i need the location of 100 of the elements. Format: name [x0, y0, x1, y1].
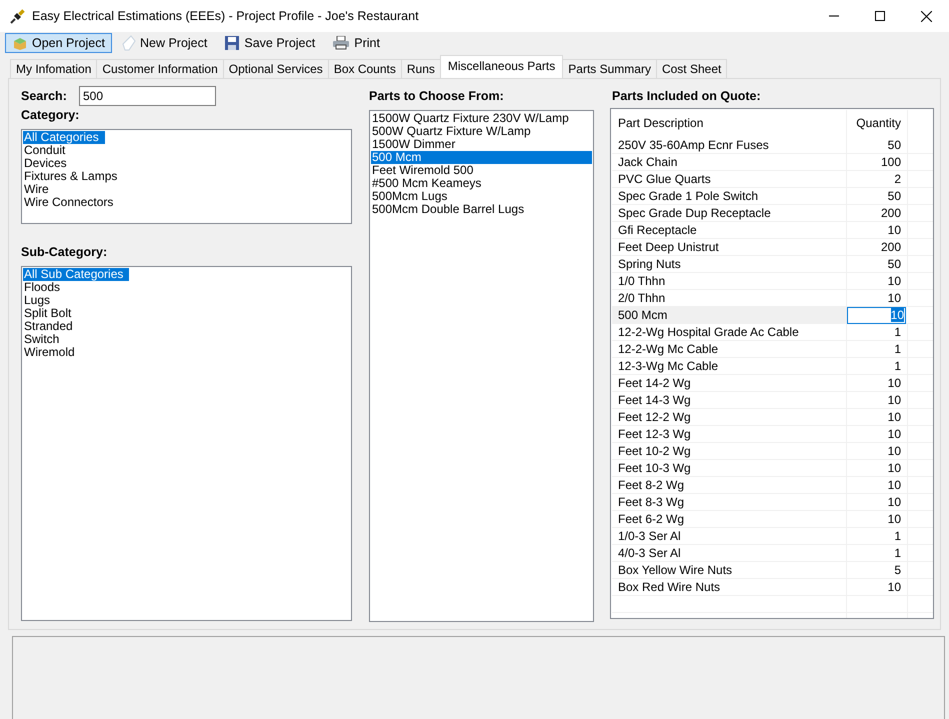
- table-cell: 500 Mcm: [612, 307, 847, 324]
- table-cell: 10: [847, 222, 908, 238]
- open-project-button[interactable]: Open Project: [5, 33, 112, 53]
- table-cell: 10: [847, 409, 908, 425]
- column-header[interactable]: Part Description: [612, 110, 847, 137]
- table-cell: 50: [847, 188, 908, 204]
- table-cell: Spec Grade Dup Receptacle: [612, 205, 847, 221]
- list-item[interactable]: All Categories: [23, 131, 105, 144]
- list-item[interactable]: 1500W Dimmer: [371, 138, 456, 151]
- table-cell: 50: [847, 137, 908, 153]
- list-item[interactable]: 1500W Quartz Fixture 230V W/Lamp: [371, 112, 570, 125]
- table-cell: 10: [847, 460, 908, 476]
- table-cell: Box Red Wire Nuts: [612, 579, 847, 595]
- floppy-icon: [224, 35, 240, 51]
- new-project-button[interactable]: New Project: [114, 33, 214, 53]
- table-cell: Feet 10-3 Wg: [612, 460, 847, 476]
- table-cell: Feet 6-2 Wg: [612, 511, 847, 527]
- table-cell: 10: [847, 392, 908, 408]
- table-cell: 1/0-3 Ser Al: [612, 528, 847, 544]
- table-cell: 12-2-Wg Mc Cable: [612, 341, 847, 357]
- list-item[interactable]: Stranded: [23, 320, 74, 333]
- list-item[interactable]: 500Mcm Lugs: [371, 190, 448, 203]
- table-cell: 10: [847, 477, 908, 493]
- table-cell: 1: [847, 341, 908, 357]
- table-cell: Gfi Receptacle: [612, 222, 847, 238]
- list-item[interactable]: Wiremold: [23, 346, 76, 359]
- plug-icon: [9, 8, 26, 24]
- list-item[interactable]: Wire Connectors: [23, 196, 114, 209]
- list-item[interactable]: Fixtures & Lamps: [23, 170, 118, 183]
- printer-icon: [332, 36, 350, 50]
- table-cell: Feet 8-2 Wg: [612, 477, 847, 493]
- box-icon: [12, 35, 28, 51]
- search-label: Search:: [21, 89, 68, 103]
- table-cell: PVC Glue Quarts: [612, 171, 847, 187]
- close-icon: [920, 10, 932, 22]
- list-item[interactable]: 500W Quartz Fixture W/Lamp: [371, 125, 532, 138]
- list-item[interactable]: 500Mcm Double Barrel Lugs: [371, 203, 526, 216]
- table-cell: 10: [847, 273, 908, 289]
- window-title: Easy Electrical Estimations (EEEs) - Project Profile - Joe's Restaurant: [32, 9, 420, 23]
- tab[interactable]: My Infomation: [10, 59, 98, 78]
- column-header[interactable]: Quantity: [847, 110, 908, 137]
- list-item[interactable]: Conduit: [23, 144, 66, 157]
- list-item[interactable]: Floods: [23, 281, 62, 294]
- table-cell: 50: [847, 256, 908, 272]
- table-cell: Feet 12-2 Wg: [612, 409, 847, 425]
- table-cell: Feet 14-3 Wg: [612, 392, 847, 408]
- list-label: Sub-Category:: [21, 245, 108, 260]
- table-cell: 10: [847, 511, 908, 527]
- table-cell: 1/0 Thhn: [612, 273, 847, 289]
- maximize-icon: [875, 11, 885, 21]
- list-box[interactable]: All Sub Categories Floods Lugs Split Bolt Stranded Switch Wiremold: [21, 266, 352, 621]
- list-item[interactable]: 500 Mcm: [371, 151, 592, 164]
- list-item[interactable]: Wire: [23, 183, 50, 196]
- table-cell: 10: [847, 579, 908, 595]
- list-item[interactable]: All Sub Categories: [23, 268, 130, 281]
- table-cell: Feet 14-2 Wg: [612, 375, 847, 391]
- table-cell: 200: [847, 205, 908, 221]
- table-cell: Spec Grade 1 Pole Switch: [612, 188, 847, 204]
- table-cell: Jack Chain: [612, 154, 847, 170]
- list-item[interactable]: #500 Mcm Keameys: [371, 177, 482, 190]
- table-cell: Feet Deep Unistrut: [612, 239, 847, 255]
- grid-label: Parts Included on Quote:: [612, 89, 762, 104]
- table-cell: 4/0-3 Ser Al: [612, 545, 847, 561]
- table-cell: 250V 35-60Amp Ecnr Fuses: [612, 137, 847, 153]
- tab[interactable]: Cost Sheet: [656, 59, 728, 78]
- list-item[interactable]: Split Bolt: [23, 307, 72, 320]
- table-cell: 12-3-Wg Mc Cable: [612, 358, 847, 374]
- tab[interactable]: Miscellaneous Parts: [440, 55, 564, 78]
- page-icon: [122, 35, 136, 51]
- tab[interactable]: Optional Services: [222, 59, 329, 78]
- list-label: Parts to Choose From:: [369, 89, 505, 104]
- table-cell: 2/0 Thhn: [612, 290, 847, 306]
- list-box[interactable]: All Categories Conduit Devices Fixtures & Lamps Wire Wire Connectors: [21, 129, 352, 224]
- table-cell: 1: [847, 528, 908, 544]
- table-cell: 10: [847, 443, 908, 459]
- list-box[interactable]: 1500W Quartz Fixture 230V W/Lamp 500W Quartz Fixture W/Lamp 1500W Dimmer 500 Mcm Feet Wiremold 500 #500 Mcm Keameys 500Mcm Lugs 500Mcm Double Barrel Lugs: [369, 110, 594, 622]
- table-cell: Feet 8-3 Wg: [612, 494, 847, 510]
- table-cell: 5: [847, 562, 908, 578]
- save-project-button[interactable]: Save Project: [217, 33, 322, 53]
- list-item[interactable]: Devices: [23, 157, 68, 170]
- list-item[interactable]: Feet Wiremold 500: [371, 164, 474, 177]
- list-item[interactable]: Switch: [23, 333, 60, 346]
- table-cell: 10: [847, 375, 908, 391]
- search-field[interactable]: 500: [79, 86, 216, 106]
- table-cell: 2: [847, 171, 908, 187]
- table-cell: 10: [847, 426, 908, 442]
- list-item[interactable]: Lugs: [23, 294, 52, 307]
- list-label: Category:: [21, 108, 80, 123]
- table-cell: Spring Nuts: [612, 256, 847, 272]
- table-cell: 100: [847, 154, 908, 170]
- table-cell: 200: [847, 239, 908, 255]
- table-cell: Feet 12-3 Wg: [612, 426, 847, 442]
- table-cell: Box Yellow Wire Nuts: [612, 562, 847, 578]
- table-cell: 10: [847, 494, 908, 510]
- tab[interactable]: Parts Summary: [562, 59, 657, 78]
- table-cell: Feet 10-2 Wg: [612, 443, 847, 459]
- table-cell: 1: [847, 545, 908, 561]
- print-button[interactable]: Print: [325, 33, 387, 53]
- table-cell: 10: [847, 290, 908, 306]
- quantity-field[interactable]: 10: [847, 307, 906, 324]
